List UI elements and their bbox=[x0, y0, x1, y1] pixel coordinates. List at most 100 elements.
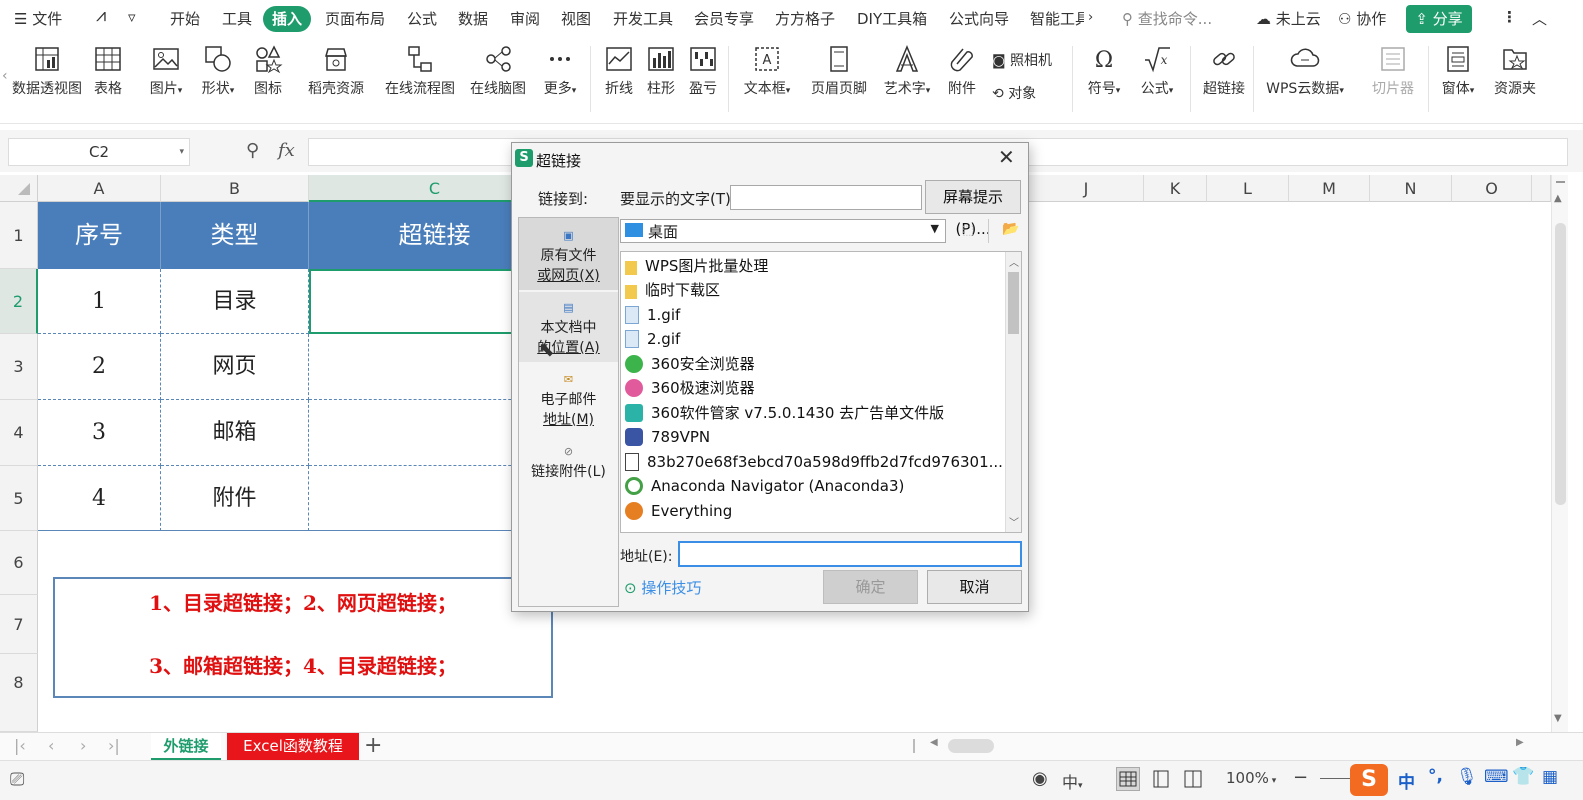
list-item[interactable]: 2.gif bbox=[625, 327, 680, 351]
menu-tab-home[interactable]: 开始 bbox=[170, 8, 200, 29]
first-sheet-icon[interactable]: |‹ bbox=[14, 736, 26, 755]
up-folder-icon[interactable]: ⬚ bbox=[962, 223, 974, 238]
wordart-button[interactable]: 艺术字▾ bbox=[880, 44, 934, 98]
zoom-lookup-icon[interactable]: ⚲ bbox=[246, 140, 259, 161]
quick-access-icon[interactable]: ⩘ bbox=[96, 5, 106, 26]
row-header[interactable]: 3 bbox=[0, 334, 38, 400]
link-type-this-document[interactable]: ▤ 本文档中 的位置(A) bbox=[519, 292, 618, 362]
hyperlink-button[interactable]: 超链接 bbox=[1200, 44, 1248, 98]
table-cell[interactable]: 2 bbox=[38, 334, 161, 400]
menu-tab-view[interactable]: 视图 bbox=[561, 8, 591, 29]
ime-voice-icon[interactable]: 🎙 bbox=[1456, 767, 1478, 787]
zoom-out-icon[interactable]: − bbox=[1293, 767, 1308, 788]
table-header-cell[interactable]: 类型 bbox=[161, 202, 309, 269]
macro-record-icon[interactable]: ⎚ bbox=[10, 769, 24, 790]
prev-sheet-icon[interactable]: ‹ bbox=[48, 736, 54, 755]
menu-tab-data[interactable]: 数据 bbox=[458, 8, 488, 29]
scroll-down-icon[interactable]: ﹀ bbox=[1009, 514, 1019, 529]
menu-tab-formula-wizard[interactable]: 公式向导 bbox=[949, 8, 1009, 29]
display-text-input[interactable] bbox=[730, 185, 922, 210]
link-type-email[interactable]: ✉ 电子邮件 地址(M) bbox=[519, 364, 618, 434]
ime-keyboard-icon[interactable]: ⌨ bbox=[1484, 767, 1509, 787]
command-search[interactable]: ⚲ 查找命令... bbox=[1122, 8, 1212, 29]
row-header[interactable]: 5 bbox=[0, 466, 38, 531]
sparkline-winloss-button[interactable]: 盈亏 bbox=[687, 44, 719, 98]
list-item[interactable]: 360安全浏览器 bbox=[625, 352, 755, 376]
list-item[interactable]: WPS图片批量处理 bbox=[625, 254, 768, 278]
menu-tab-review[interactable]: 审阅 bbox=[510, 8, 540, 29]
ime-skin-icon[interactable]: 👕 bbox=[1512, 766, 1534, 787]
sogou-ime-logo-icon[interactable]: S bbox=[1350, 764, 1388, 796]
ime-punctuation-icon[interactable]: °, bbox=[1428, 766, 1443, 786]
column-header[interactable]: A bbox=[38, 175, 161, 202]
name-box-dropdown-icon[interactable]: ▾ bbox=[179, 139, 184, 165]
table-cell[interactable]: 网页 bbox=[161, 334, 309, 400]
scroll-thumb[interactable] bbox=[1008, 272, 1019, 334]
table-cell[interactable]: 1 bbox=[38, 269, 161, 334]
sparkline-column-button[interactable]: 柱形 bbox=[645, 44, 677, 98]
note-textbox[interactable]: 1、目录超链接；2、网页超链接； 3、邮箱超链接；4、目录超链接； bbox=[53, 577, 553, 698]
ime-chinese-icon[interactable]: 中 bbox=[1398, 768, 1415, 793]
equation-button[interactable]: x 公式▾ bbox=[1136, 44, 1178, 98]
menu-tab-insert[interactable]: 插入 bbox=[263, 6, 312, 32]
icon-library-button[interactable]: 图标 bbox=[252, 44, 284, 98]
list-item[interactable]: 360极速浏览器 bbox=[625, 376, 755, 400]
column-header[interactable]: O bbox=[1452, 175, 1532, 202]
menu-tab-formulas[interactable]: 公式 bbox=[407, 8, 437, 29]
language-status[interactable]: 中▾ bbox=[1062, 769, 1083, 793]
sheet-tab-active[interactable]: 外链接 bbox=[151, 733, 221, 760]
name-box[interactable]: C2 ▾ bbox=[8, 138, 190, 166]
resource-folder-button[interactable]: 资源夹 bbox=[1491, 44, 1539, 98]
cloud-status-button[interactable]: ☁ 未上云 bbox=[1256, 8, 1321, 29]
row-header[interactable]: 6 bbox=[0, 531, 38, 595]
sheet-tab[interactable]: Excel函数教程 bbox=[227, 733, 359, 760]
more-options-icon[interactable]: ⋮ bbox=[1502, 8, 1517, 26]
hscroll-right-icon[interactable]: ▶ bbox=[1516, 737, 1524, 748]
menu-tab-diy[interactable]: DIY工具箱 bbox=[857, 8, 927, 29]
menu-tab-ffgz[interactable]: 方方格子 bbox=[775, 8, 835, 29]
eye-protection-icon[interactable]: ◉ bbox=[1032, 768, 1048, 789]
docer-resources-button[interactable]: 稻壳资源 bbox=[305, 44, 367, 98]
menu-tab-developer[interactable]: 开发工具 bbox=[613, 8, 673, 29]
wps-cloud-data-button[interactable]: WPS云数据▾ bbox=[1262, 44, 1348, 98]
column-header[interactable]: N bbox=[1370, 175, 1452, 202]
table-cell[interactable]: 3 bbox=[38, 400, 161, 466]
list-item[interactable]: 临时下载区 bbox=[625, 278, 720, 302]
table-cell[interactable]: 目录 bbox=[161, 269, 309, 334]
menu-more-icon[interactable]: › bbox=[1088, 10, 1093, 25]
list-item[interactable]: 789VPN bbox=[625, 425, 710, 449]
online-mindmap-button[interactable]: 在线脑图 bbox=[468, 44, 528, 98]
camera-button[interactable]: ◙ 照相机 bbox=[992, 50, 1052, 70]
attachment-button[interactable]: 附件 bbox=[946, 44, 978, 98]
column-header[interactable]: J bbox=[1029, 175, 1144, 202]
table-cell[interactable]: 邮箱 bbox=[161, 400, 309, 466]
browse-folder-icon[interactable]: 📂 bbox=[1002, 221, 1019, 237]
location-dropdown[interactable]: 桌面 ▼ bbox=[620, 219, 946, 243]
list-item[interactable]: 360软件管家 v7.5.0.1430 去广告单文件版 bbox=[625, 401, 944, 425]
table-button[interactable]: 表格 bbox=[92, 44, 124, 98]
screentip-button[interactable]: 屏幕提示(P)... bbox=[925, 180, 1021, 238]
list-item[interactable]: 83b270e68f3ebcd70a598d9ffb2d7fcd976301..… bbox=[625, 450, 1003, 474]
header-footer-button[interactable]: 页眉页脚 bbox=[808, 44, 870, 98]
table-cell[interactable]: 附件 bbox=[161, 466, 309, 531]
shape-button[interactable]: 形状▾ bbox=[197, 44, 239, 98]
cancel-button[interactable]: 取消 bbox=[927, 570, 1022, 604]
page-break-view-icon[interactable] bbox=[1182, 768, 1204, 794]
ok-button[interactable]: 确定 bbox=[823, 570, 918, 604]
menu-tab-member[interactable]: 会员专享 bbox=[694, 8, 754, 29]
row-header[interactable]: 7 bbox=[0, 595, 38, 654]
scroll-up-icon[interactable]: ▲ bbox=[1554, 193, 1562, 204]
row-header-selected[interactable]: 2 bbox=[0, 269, 38, 334]
scroll-up-icon[interactable]: ︿ bbox=[1009, 254, 1019, 269]
object-button[interactable]: ⟲ 对象 bbox=[992, 83, 1036, 103]
symbol-button[interactable]: Ω 符号▾ bbox=[1083, 44, 1125, 98]
add-sheet-button[interactable]: + bbox=[364, 733, 382, 759]
textbox-button[interactable]: A 文本框▾ bbox=[740, 44, 794, 98]
hscroll-left-icon[interactable]: ◀ bbox=[930, 737, 938, 748]
dropdown-arrow-icon[interactable]: ▼ bbox=[931, 222, 939, 235]
link-type-attachment[interactable]: ⊘ 链接附件(L) bbox=[519, 436, 618, 488]
scroll-thumb[interactable] bbox=[1555, 223, 1566, 505]
next-sheet-icon[interactable]: › bbox=[80, 736, 86, 755]
more-button[interactable]: 更多▾ bbox=[539, 44, 581, 98]
collapse-ribbon-icon[interactable]: ︿ bbox=[1532, 8, 1547, 29]
